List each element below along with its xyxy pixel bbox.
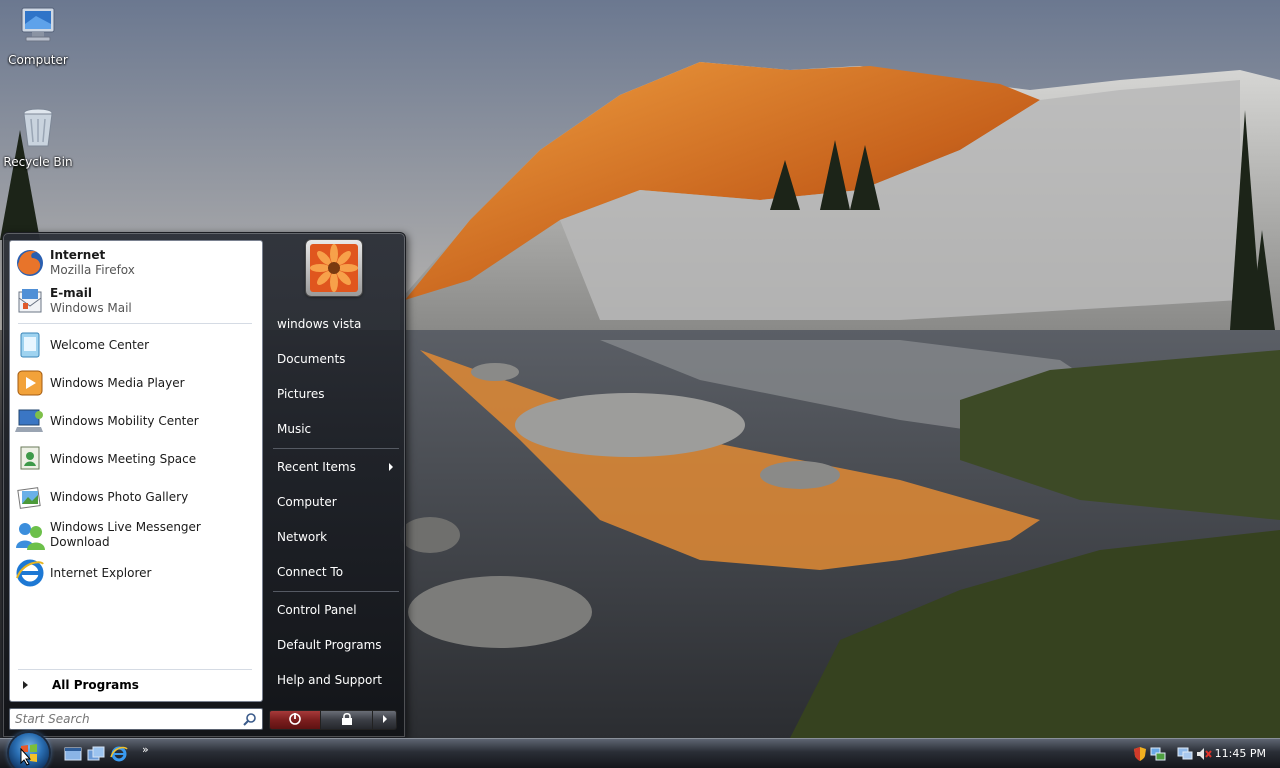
power-button[interactable] [269,710,321,730]
program-label: Internet Explorer [50,565,152,580]
start-menu-programs-pane: Internet Mozilla Firefox E-mail Windows … [9,240,263,702]
switch-windows-icon[interactable] [87,745,105,763]
recent-program-welcome-center[interactable]: Welcome Center [14,327,258,363]
program-label: Welcome Center [50,337,150,352]
taskbar: » 11:45 PM [0,733,1280,768]
computer-icon [0,4,76,51]
program-label: Windows Media Player [50,375,185,390]
windows-mail-icon [14,285,46,317]
menu-item-label: Help and Support [277,673,382,687]
program-label: Windows Photo Gallery [50,489,189,504]
menu-item-label: Documents [277,352,346,366]
pinned-subtitle: Windows Mail [50,301,132,315]
chevron-right-icon [23,681,28,689]
menu-connect-to[interactable]: Connect To [269,557,401,587]
all-programs-separator [18,669,252,670]
internet-explorer-icon[interactable] [110,745,128,763]
program-label: Windows Mobility Center [50,413,199,428]
quick-launch-overflow-icon[interactable]: » [142,743,160,761]
menu-default-programs[interactable]: Default Programs [269,630,401,660]
pinned-separator [18,323,252,324]
show-desktop-icon[interactable] [64,745,82,763]
photo-gallery-icon [14,481,46,513]
power-controls [269,710,397,730]
volume-muted-icon[interactable] [1196,746,1212,762]
lock-icon [341,712,353,729]
power-icon [288,712,302,729]
flower-icon [310,244,358,292]
menu-item-label: Default Programs [277,638,382,652]
recent-program-media-player[interactable]: Windows Media Player [14,365,258,401]
welcome-center-icon [14,329,46,361]
all-programs-label: All Programs [52,678,139,692]
menu-item-label: Network [277,530,328,544]
menu-help-support[interactable]: Help and Support [269,665,401,695]
lock-button[interactable] [321,710,373,730]
taskbar-clock[interactable]: 11:45 PM [1215,747,1266,760]
desktop-icon-label: Recycle Bin [3,155,73,169]
pinned-internet[interactable]: Internet Mozilla Firefox [14,245,258,281]
menu-item-label: Connect To [277,565,344,579]
menu-item-label: Music [277,422,312,436]
user-account-picture[interactable] [306,240,362,296]
display-icon[interactable] [1177,746,1193,762]
menu-item-label: Pictures [277,387,325,401]
recent-program-mobility-center[interactable]: Windows Mobility Center [14,403,258,439]
desktop-icon-label: Computer [8,53,68,67]
all-programs-button[interactable]: All Programs [14,674,258,696]
pinned-email[interactable]: E-mail Windows Mail [14,283,258,319]
pinned-subtitle: Mozilla Firefox [50,263,135,277]
chevron-right-icon [381,713,389,727]
start-search-box[interactable] [9,708,263,730]
meeting-space-icon [14,443,46,475]
recent-program-photo-gallery[interactable]: Windows Photo Gallery [14,479,258,515]
start-menu: Internet Mozilla Firefox E-mail Windows … [2,232,406,738]
mobility-center-icon [14,405,46,437]
recent-program-messenger-download[interactable]: Windows Live Messenger Download [14,517,258,553]
menu-item-label: windows vista [277,317,362,331]
menu-item-label: Control Panel [277,603,357,617]
messenger-icon [14,519,46,551]
shutdown-options-button[interactable] [373,710,397,730]
network-icon[interactable] [1150,746,1166,762]
pinned-title: E-mail [50,286,93,300]
mouse-cursor-icon [20,747,32,768]
menu-item-label: Computer [277,495,337,509]
chevron-right-icon [389,463,393,471]
desktop-icon-recycle-bin[interactable]: Recycle Bin [0,106,76,169]
recent-program-meeting-space[interactable]: Windows Meeting Space [14,441,258,477]
recycle-bin-icon [0,106,76,153]
internet-explorer-icon [14,557,46,589]
menu-network[interactable]: Network [269,522,401,552]
media-player-icon [14,367,46,399]
pinned-title: Internet [50,248,106,262]
firefox-icon [14,247,46,279]
menu-pictures[interactable]: Pictures [269,379,401,409]
program-label: Windows Meeting Space [50,451,197,466]
menu-item-label: Recent Items [277,460,356,474]
menu-separator [273,591,399,592]
menu-user-folder[interactable]: windows vista [269,309,401,339]
search-icon [243,712,257,729]
desktop-icon-computer[interactable]: Computer [0,4,76,67]
menu-control-panel[interactable]: Control Panel [269,595,401,625]
menu-recent-items[interactable]: Recent Items [269,452,401,482]
menu-music[interactable]: Music [269,414,401,444]
menu-computer[interactable]: Computer [269,487,401,517]
menu-separator [273,448,399,449]
security-shield-icon[interactable] [1132,746,1148,762]
program-label: Windows Live Messenger Download [50,520,201,549]
recent-program-internet-explorer[interactable]: Internet Explorer [14,555,258,591]
start-search-input[interactable] [10,709,230,729]
menu-documents[interactable]: Documents [269,344,401,374]
